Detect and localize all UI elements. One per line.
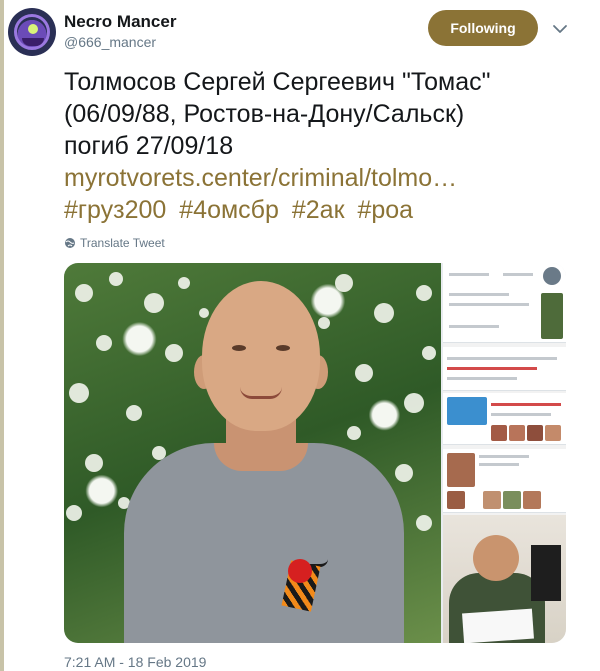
- hashtag-list: #груз200 #4омсбр #2ак #роа: [64, 194, 584, 226]
- ribbon-flower: [288, 559, 312, 583]
- globe-icon: [65, 238, 75, 248]
- screenshot-panel: [443, 393, 566, 445]
- tweet-link[interactable]: myrotvorets.center/criminal/tolmo…: [64, 162, 584, 194]
- translate-tweet-link[interactable]: Translate Tweet: [64, 236, 165, 250]
- tweet-media[interactable]: [64, 263, 566, 643]
- tweet-text-line: (06/09/88, Ростов-на-Дону/Сальск): [64, 100, 465, 128]
- screenshot-panel: [443, 263, 566, 343]
- user-handle[interactable]: @666_mancer: [64, 34, 156, 50]
- tweet-text-line: погиб 27/09/18: [64, 132, 234, 160]
- tweet-timestamp[interactable]: 7:21 AM - 18 Feb 2019: [64, 654, 206, 670]
- translate-label: Translate Tweet: [80, 236, 165, 250]
- screenshot-panel: [443, 449, 566, 513]
- avatar[interactable]: [8, 8, 56, 56]
- person-eye: [276, 345, 290, 351]
- shirt-collar: [214, 443, 308, 471]
- person-shirt: [124, 443, 404, 643]
- screenshot-panel: [443, 347, 566, 391]
- hashtag[interactable]: #2ак: [292, 196, 345, 224]
- main-photo[interactable]: [64, 263, 441, 643]
- person-eye: [232, 345, 246, 351]
- tweet-text: Толмосов Сергей Сергеевич "Томас" (06/09…: [64, 66, 584, 226]
- thread-line: [0, 0, 4, 671]
- person-head: [202, 281, 320, 431]
- following-button[interactable]: Following: [428, 10, 538, 46]
- hashtag[interactable]: #груз200: [64, 196, 166, 224]
- hashtag[interactable]: #4омсбр: [179, 196, 279, 224]
- tweet-text-line: Толмосов Сергей Сергеевич "Томас": [64, 68, 491, 96]
- person-smile: [240, 387, 282, 399]
- side-photo-collage[interactable]: [443, 263, 566, 643]
- chevron-down-icon[interactable]: [551, 20, 569, 38]
- hashtag[interactable]: #роа: [357, 196, 413, 224]
- display-name[interactable]: Necro Mancer: [64, 12, 176, 32]
- office-photo: [443, 515, 566, 643]
- tweet-header: Necro Mancer @666_mancer Following: [8, 6, 593, 56]
